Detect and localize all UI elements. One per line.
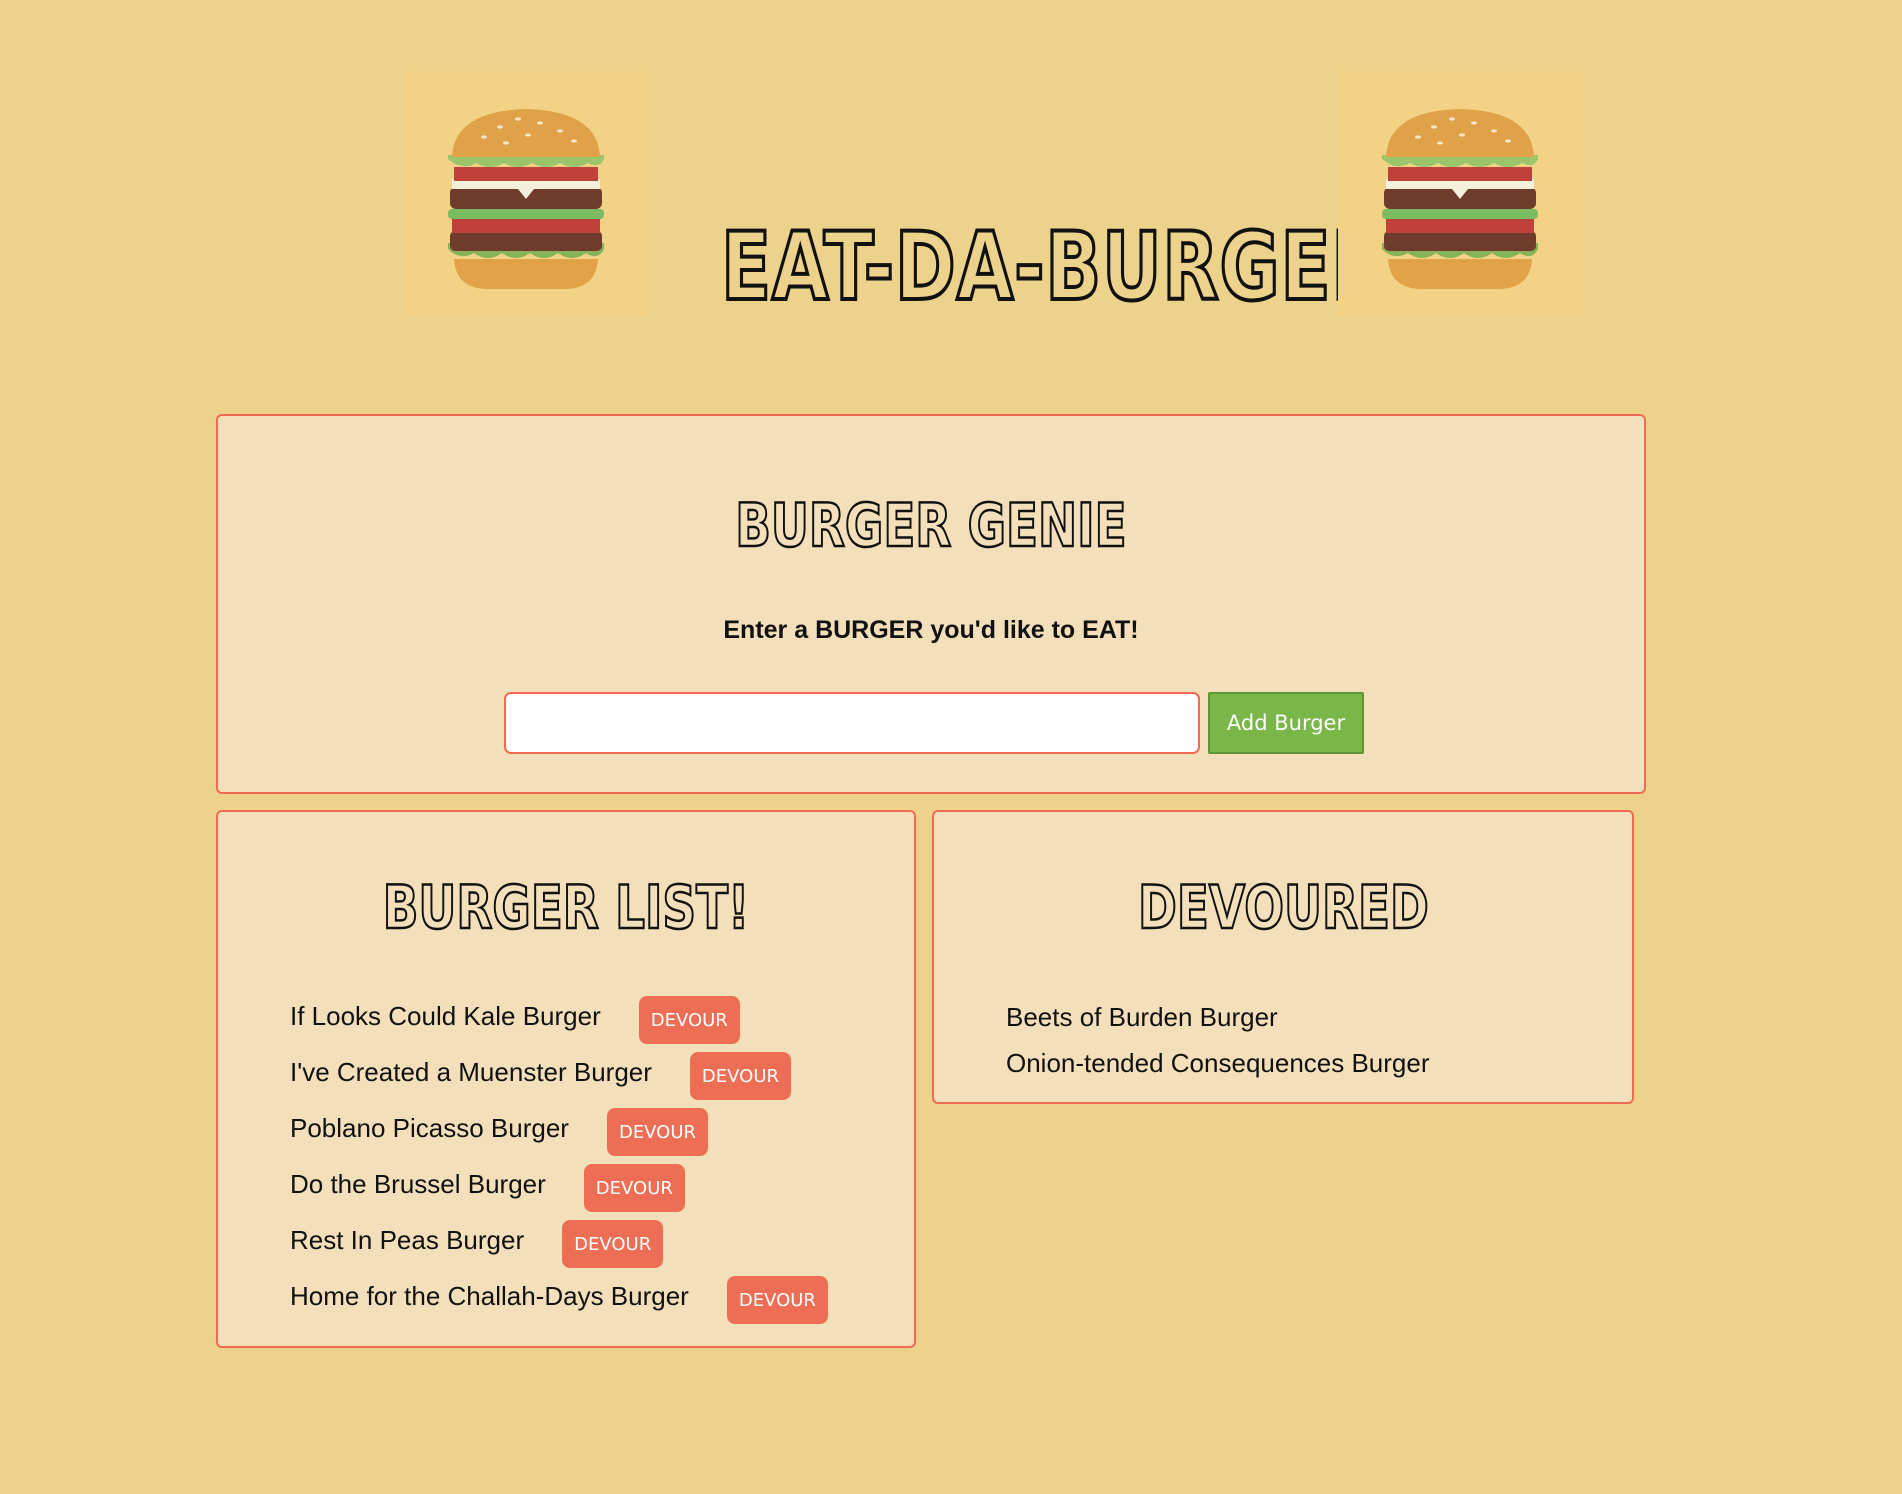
burger-icon-left-graphic — [448, 109, 604, 289]
devour-button[interactable]: DEVOUR — [583, 1164, 685, 1212]
list-item: Home for the Challah-Days Burger DEVOUR — [290, 1268, 828, 1324]
devour-button[interactable]: DEVOUR — [606, 1108, 709, 1156]
burger-name-input[interactable] — [504, 692, 1200, 754]
burger-name: If Looks Could Kale Burger — [290, 1000, 601, 1031]
burger-genie-panel: BURGER GENIE Enter a BURGER you'd like t… — [216, 414, 1646, 794]
devoured-heading: DEVOURED — [934, 873, 1632, 943]
burger-list-panel: BURGER LIST! If Looks Could Kale Burger … — [216, 810, 916, 1348]
list-item: If Looks Could Kale Burger DEVOUR — [290, 988, 828, 1044]
devour-button[interactable]: DEVOUR — [562, 1220, 664, 1268]
devour-button[interactable]: DEVOUR — [638, 996, 740, 1044]
burger-icon-right-graphic — [1382, 109, 1538, 289]
burger-list-heading-text: BURGER LIST! — [382, 873, 751, 943]
devoured-heading-text: DEVOURED — [1137, 873, 1430, 943]
burger-name: Do the Brussel Burger — [290, 1168, 546, 1199]
burger-list: If Looks Could Kale Burger DEVOUR I've C… — [290, 988, 828, 1324]
list-item: Beets of Burden Burger — [1006, 1001, 1278, 1032]
burger-icon — [1338, 71, 1583, 316]
list-item: Onion-tended Consequences Burger — [1006, 1047, 1430, 1078]
burger-name: Rest In Peas Burger — [290, 1224, 525, 1255]
devour-button[interactable]: DEVOUR — [726, 1276, 828, 1324]
burger-genie-heading: BURGER GENIE — [218, 491, 1644, 561]
burger-name: Home for the Challah-Days Burger — [290, 1280, 689, 1311]
devoured-list: Beets of Burden Burger Onion-tended Cons… — [1006, 994, 1430, 1086]
burger-name: Poblano Picasso Burger — [290, 1112, 569, 1143]
burger-genie-heading-text: BURGER GENIE — [734, 491, 1127, 561]
list-item: Rest In Peas Burger DEVOUR — [290, 1212, 828, 1268]
devour-button[interactable]: DEVOUR — [689, 1052, 792, 1100]
burger-icon — [404, 71, 649, 316]
devoured-panel: DEVOURED Beets of Burden Burger Onion-te… — [932, 810, 1634, 1104]
site-title: EAT-DA-BURGER — [719, 213, 1389, 322]
list-item: Do the Brussel Burger DEVOUR — [290, 1156, 828, 1212]
add-burger-button[interactable]: Add Burger — [1208, 692, 1364, 754]
site-header: EAT-DA-BURGER — [404, 71, 1583, 322]
burger-name: I've Created a Muenster Burger — [290, 1056, 652, 1087]
burger-list-heading: BURGER LIST! — [218, 873, 914, 943]
burger-prompt: Enter a BURGER you'd like to EAT! — [723, 616, 1139, 644]
list-item: Poblano Picasso Burger DEVOUR — [290, 1100, 828, 1156]
list-item: I've Created a Muenster Burger DEVOUR — [290, 1044, 828, 1100]
